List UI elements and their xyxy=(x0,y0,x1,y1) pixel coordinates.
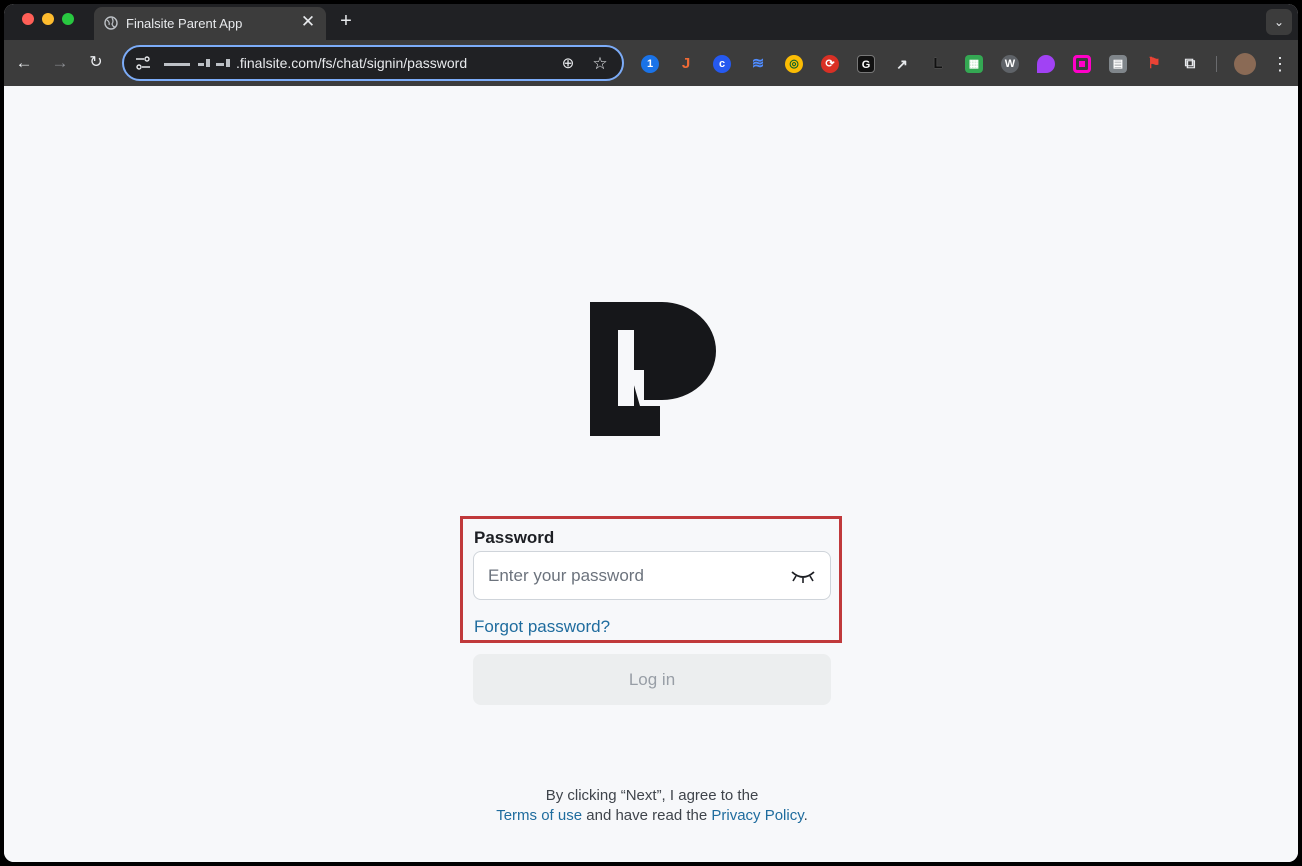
purple-extension-icon[interactable] xyxy=(1037,55,1055,73)
url-text: .finalsite.com/fs/chat/signin/password xyxy=(164,55,467,71)
toolbar-divider xyxy=(1216,56,1217,72)
new-tab-button[interactable]: + xyxy=(334,9,358,33)
site-settings-icon[interactable] xyxy=(134,55,152,71)
forward-arrow-icon[interactable]: → xyxy=(48,51,72,75)
consent-end-text: . xyxy=(803,807,808,824)
zoom-icon[interactable]: ⊕ xyxy=(558,54,578,74)
page-content: Password Forgot password? Log in By clic… xyxy=(4,86,1298,862)
bookmark-star-icon[interactable]: ☆ xyxy=(590,54,610,74)
login-button[interactable]: Log in xyxy=(473,654,831,705)
maximize-window-button[interactable] xyxy=(62,13,74,25)
l-extension-icon[interactable]: L xyxy=(929,55,947,73)
profile-avatar[interactable] xyxy=(1234,53,1256,75)
tab-finalsite-parent-app[interactable]: Finalsite Parent App ✕ xyxy=(94,7,326,40)
terms-of-use-link[interactable]: Terms of use xyxy=(496,807,582,824)
close-tab-icon[interactable]: ✕ xyxy=(298,12,318,32)
hook-extension-icon[interactable]: J xyxy=(677,55,695,73)
minimize-window-button[interactable] xyxy=(42,13,54,25)
browser-toolbar: ← → ↻ .finalsite.com/fs/chat/signin/pass… xyxy=(4,40,1298,86)
close-window-button[interactable] xyxy=(22,13,34,25)
redacted-subdomain xyxy=(164,59,230,68)
red-flag-extension-icon[interactable]: ⚑ xyxy=(1145,55,1163,73)
waves-extension-icon[interactable]: ≋ xyxy=(749,55,767,73)
browser-menu-icon[interactable]: ⋮ xyxy=(1270,53,1290,75)
browser-window: Finalsite Parent App ✕ + ⌄ ← → ↻ .finals… xyxy=(4,4,1298,862)
tab-strip: Finalsite Parent App ✕ + ⌄ xyxy=(4,4,1298,40)
magenta-square-extension-icon[interactable] xyxy=(1073,55,1091,73)
w-extension-icon[interactable]: W xyxy=(1001,55,1019,73)
g-extension-icon[interactable]: G xyxy=(857,55,875,73)
consent-line-1: By clicking “Next”, I agree to the xyxy=(545,787,759,804)
puzzle-color-extension-icon[interactable]: ▦ xyxy=(965,55,983,73)
blue-circle-extension-icon[interactable]: c xyxy=(713,55,731,73)
consent-text: By clicking “Next”, I agree to the Terms… xyxy=(404,786,900,826)
parent-app-logo xyxy=(590,302,716,436)
globe-icon xyxy=(104,16,118,30)
url-domain: .finalsite.com/fs/chat/signin/password xyxy=(236,55,468,71)
password-label: Password xyxy=(474,528,555,547)
reload-icon[interactable]: ↻ xyxy=(84,51,108,75)
forgot-password-link[interactable]: Forgot password? xyxy=(474,617,610,637)
password-input[interactable] xyxy=(473,551,831,600)
consent-middle-text: and have read the xyxy=(582,807,712,824)
gray-stack-extension-icon[interactable]: ▤ xyxy=(1109,55,1127,73)
tab-search-chevron-icon[interactable]: ⌄ xyxy=(1266,9,1292,35)
password-manager-extension-icon[interactable]: 1 xyxy=(641,55,659,73)
tab-title: Finalsite Parent App xyxy=(126,16,243,31)
eye-closed-icon[interactable] xyxy=(790,568,816,584)
multicolor-extension-icon[interactable]: ◎ xyxy=(785,55,803,73)
privacy-policy-link[interactable]: Privacy Policy xyxy=(711,807,803,824)
red-circle-extension-icon[interactable]: ⟳ xyxy=(821,55,839,73)
consent-line-2: Terms of use and have read the Privacy P… xyxy=(404,806,900,826)
extensions-puzzle-icon[interactable]: ⧉ xyxy=(1181,55,1199,73)
pen-extension-icon[interactable]: ↗ xyxy=(893,55,911,73)
back-arrow-icon[interactable]: ← xyxy=(12,51,36,75)
address-bar[interactable]: .finalsite.com/fs/chat/signin/password ⊕… xyxy=(122,45,624,81)
